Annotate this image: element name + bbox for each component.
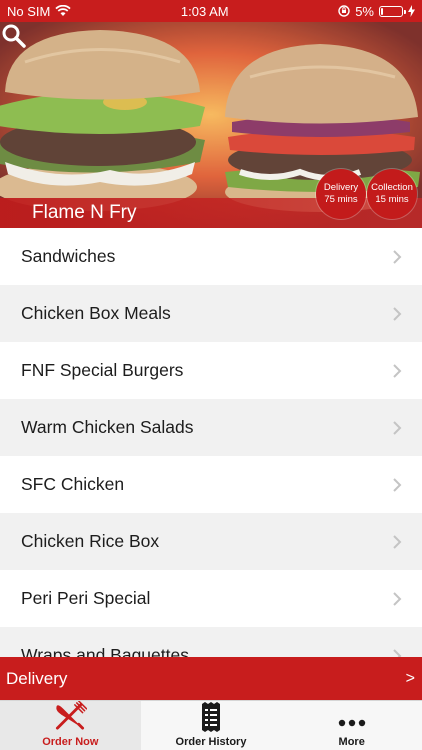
chevron-right-icon <box>393 363 402 378</box>
tab-order-now[interactable]: Order Now <box>0 701 141 750</box>
category-label: SFC Chicken <box>21 474 125 494</box>
delivery-time-badge: Delivery 75 mins <box>316 169 366 219</box>
category-label: Warm Chicken Salads <box>21 417 194 437</box>
category-row-peri-peri-special[interactable]: Peri Peri Special <box>0 570 422 627</box>
category-row-chicken-rice-box[interactable]: Chicken Rice Box <box>0 513 422 570</box>
collection-time-badge: Collection 15 mins <box>367 169 417 219</box>
tab-label: Order History <box>175 736 247 748</box>
chevron-right-icon <box>393 477 402 492</box>
category-label: Sandwiches <box>21 246 116 266</box>
hero-banner: Flame N Fry Delivery 75 mins Collection … <box>0 22 422 228</box>
chevron-right-icon <box>393 534 402 549</box>
tab-label: Order Now <box>42 736 99 748</box>
tab-bar: Order Now Order History More <box>0 700 422 750</box>
tab-more[interactable]: More <box>281 701 422 750</box>
receipt-icon <box>202 702 220 732</box>
delivery-badge-label: Delivery <box>323 182 359 193</box>
category-row-fnf-special-burgers[interactable]: FNF Special Burgers <box>0 342 422 399</box>
orientation-lock-icon <box>338 5 350 17</box>
fork-knife-icon <box>56 701 88 730</box>
battery-icon <box>379 5 406 17</box>
tab-order-history[interactable]: Order History <box>141 701 282 750</box>
order-type-arrow: > <box>405 669 415 687</box>
status-time: 1:03 AM <box>180 3 229 19</box>
category-row-warm-chicken-salads[interactable]: Warm Chicken Salads <box>0 399 422 456</box>
battery-level <box>381 7 383 15</box>
category-label: Wraps and Baguettes <box>21 645 189 657</box>
order-type-bar[interactable]: Delivery > <box>0 657 422 700</box>
chevron-right-icon <box>393 249 402 264</box>
category-row-chicken-box-meals[interactable]: Chicken Box Meals <box>0 285 422 342</box>
category-label: Peri Peri Special <box>21 588 151 608</box>
chevron-right-icon <box>393 306 402 321</box>
carrier-label: No SIM <box>7 3 51 19</box>
wifi-icon <box>55 5 71 16</box>
category-label: Chicken Box Meals <box>21 303 171 323</box>
charging-icon <box>408 5 415 17</box>
chevron-right-icon <box>393 591 402 606</box>
status-bar: No SIM 1:03 AM 5% <box>0 0 422 22</box>
category-label: FNF Special Burgers <box>21 360 184 380</box>
tab-label: More <box>338 736 365 748</box>
category-row-sfc-chicken[interactable]: SFC Chicken <box>0 456 422 513</box>
category-list: Sandwiches Chicken Box Meals FNF Special… <box>0 228 422 657</box>
collection-badge-label: Collection <box>371 182 413 193</box>
restaurant-name: Flame N Fry <box>32 202 137 223</box>
battery-percent: 5% <box>355 3 374 19</box>
category-row-sandwiches[interactable]: Sandwiches <box>0 228 422 285</box>
collection-badge-time: 15 mins <box>375 194 409 205</box>
delivery-badge-time: 75 mins <box>324 194 358 205</box>
search-icon[interactable] <box>0 22 28 50</box>
more-dots-icon <box>338 719 365 727</box>
category-row-wraps-and-baguettes[interactable]: Wraps and Baguettes <box>0 627 422 657</box>
category-label: Chicken Rice Box <box>21 531 160 551</box>
chevron-right-icon <box>393 648 402 657</box>
chevron-right-icon <box>393 420 402 435</box>
order-type-label: Delivery <box>6 668 68 688</box>
